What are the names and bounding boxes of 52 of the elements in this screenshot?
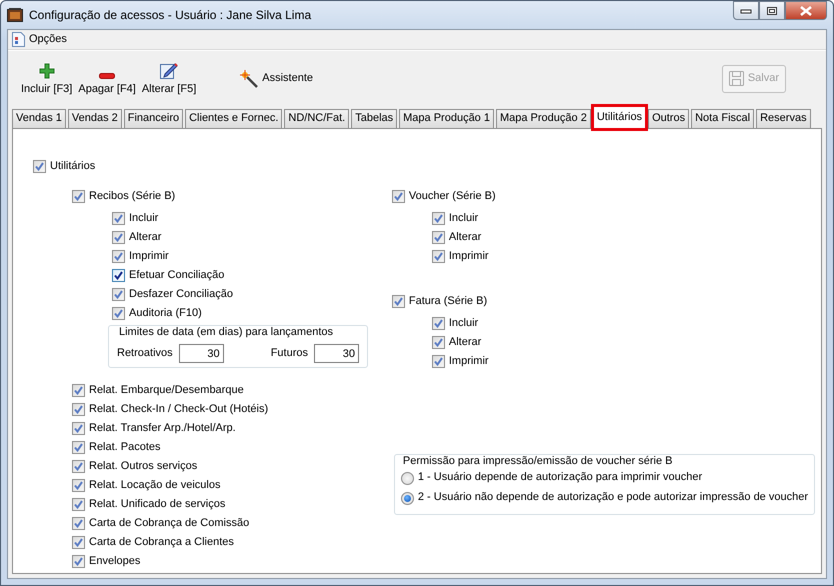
checkbox-label[interactable]: Imprimir [129, 250, 169, 264]
tab[interactable]: Financeiro [124, 109, 184, 128]
tab[interactable]: Tabelas [351, 109, 398, 128]
tab[interactable]: Reservas [756, 109, 811, 128]
checkbox-label[interactable]: Carta de Cobrança de Comissão [89, 517, 250, 530]
tab[interactable]: Clientes e Fornec. [185, 109, 282, 128]
field-label: Futuros [270, 347, 308, 360]
checkbox-label[interactable]: Auditoria (F10) [129, 306, 202, 320]
checkbox-label[interactable]: Incluir [448, 316, 478, 330]
checkbox-label[interactable]: Relat. Pacotes [89, 441, 161, 454]
group-title: Permissão para impressão/emissão de voucher série B [400, 454, 674, 468]
tab[interactable]: Vendas 1 [12, 109, 66, 128]
radio-label[interactable]: 1 - Usuário depende de autorização para imprimir voucher [418, 471, 702, 485]
checkbox-label[interactable]: Alterar [448, 230, 482, 244]
tab[interactable]: Mapa Produção 2 [496, 109, 591, 128]
add-button[interactable]: Incluir [F3] [18, 60, 76, 96]
checkbox-label[interactable]: Alterar [448, 336, 482, 350]
checkbox-label[interactable]: Carta de Cobrança a Clientes [89, 536, 234, 550]
checkbox-label[interactable]: Incluir [448, 212, 478, 226]
checkbox-label[interactable]: Envelopes [89, 555, 140, 568]
checkbox-label[interactable]: Efetuar Conciliação [129, 268, 224, 282]
checkbox-label[interactable]: Fatura (Série B) [408, 294, 488, 308]
number-field[interactable]: 30 [178, 344, 224, 364]
group-title: Limites de data (em dias) para lançamentos [117, 326, 335, 340]
tab[interactable]: Mapa Produção 1 [399, 109, 494, 128]
checkbox-label[interactable]: Recibos (Série B) [89, 190, 176, 204]
checkbox-label[interactable]: Incluir [129, 212, 158, 226]
checkbox-label[interactable]: Imprimir [448, 354, 489, 368]
window-title: Configuração de acessos - Usuário : Jane Silva Lima [29, 8, 312, 22]
menu-item[interactable]: Opções [29, 32, 67, 46]
checkbox-label[interactable]: Relat. Outros serviços [89, 460, 198, 474]
checkbox-label[interactable]: Desfazer Conciliação [129, 288, 233, 302]
radio-label[interactable]: 2 - Usuário não depende de autorização e pode autorizar impressão de voucher [418, 491, 808, 505]
tab[interactable]: Nota Fiscal [691, 109, 754, 128]
checkbox-label[interactable]: Imprimir [448, 250, 489, 264]
checkbox-label[interactable]: Alterar [129, 230, 162, 244]
checkbox-label[interactable]: Relat. Unificado de serviços [89, 498, 226, 512]
checkbox-label[interactable]: Utilitários [50, 160, 96, 174]
wizard-button[interactable]: Assistente [237, 70, 316, 88]
edit-button[interactable]: Alterar [F5] [138, 60, 200, 96]
checkbox-label[interactable]: Voucher (Série B) [408, 190, 496, 204]
delete-button[interactable]: Apagar [F4] [75, 60, 139, 96]
tab[interactable]: ND/NC/Fat. [284, 109, 350, 128]
tab[interactable]: Vendas 2 [68, 109, 122, 128]
number-field[interactable]: 30 [314, 344, 359, 364]
checkbox-label[interactable]: Relat. Check-In / Check-Out (Hotéis) [89, 403, 268, 416]
field-label: Retroativos [117, 347, 173, 360]
tab[interactable]: Utilitários [592, 106, 646, 129]
checkbox-label[interactable]: Relat. Locação de veiculos [89, 479, 220, 492]
checkbox-label[interactable]: Relat. Embarque/Desembarque [89, 384, 244, 398]
checkbox-label[interactable]: Relat. Transfer Arp./Hotel/Arp. [89, 422, 236, 436]
tab[interactable]: Outros [648, 109, 690, 128]
